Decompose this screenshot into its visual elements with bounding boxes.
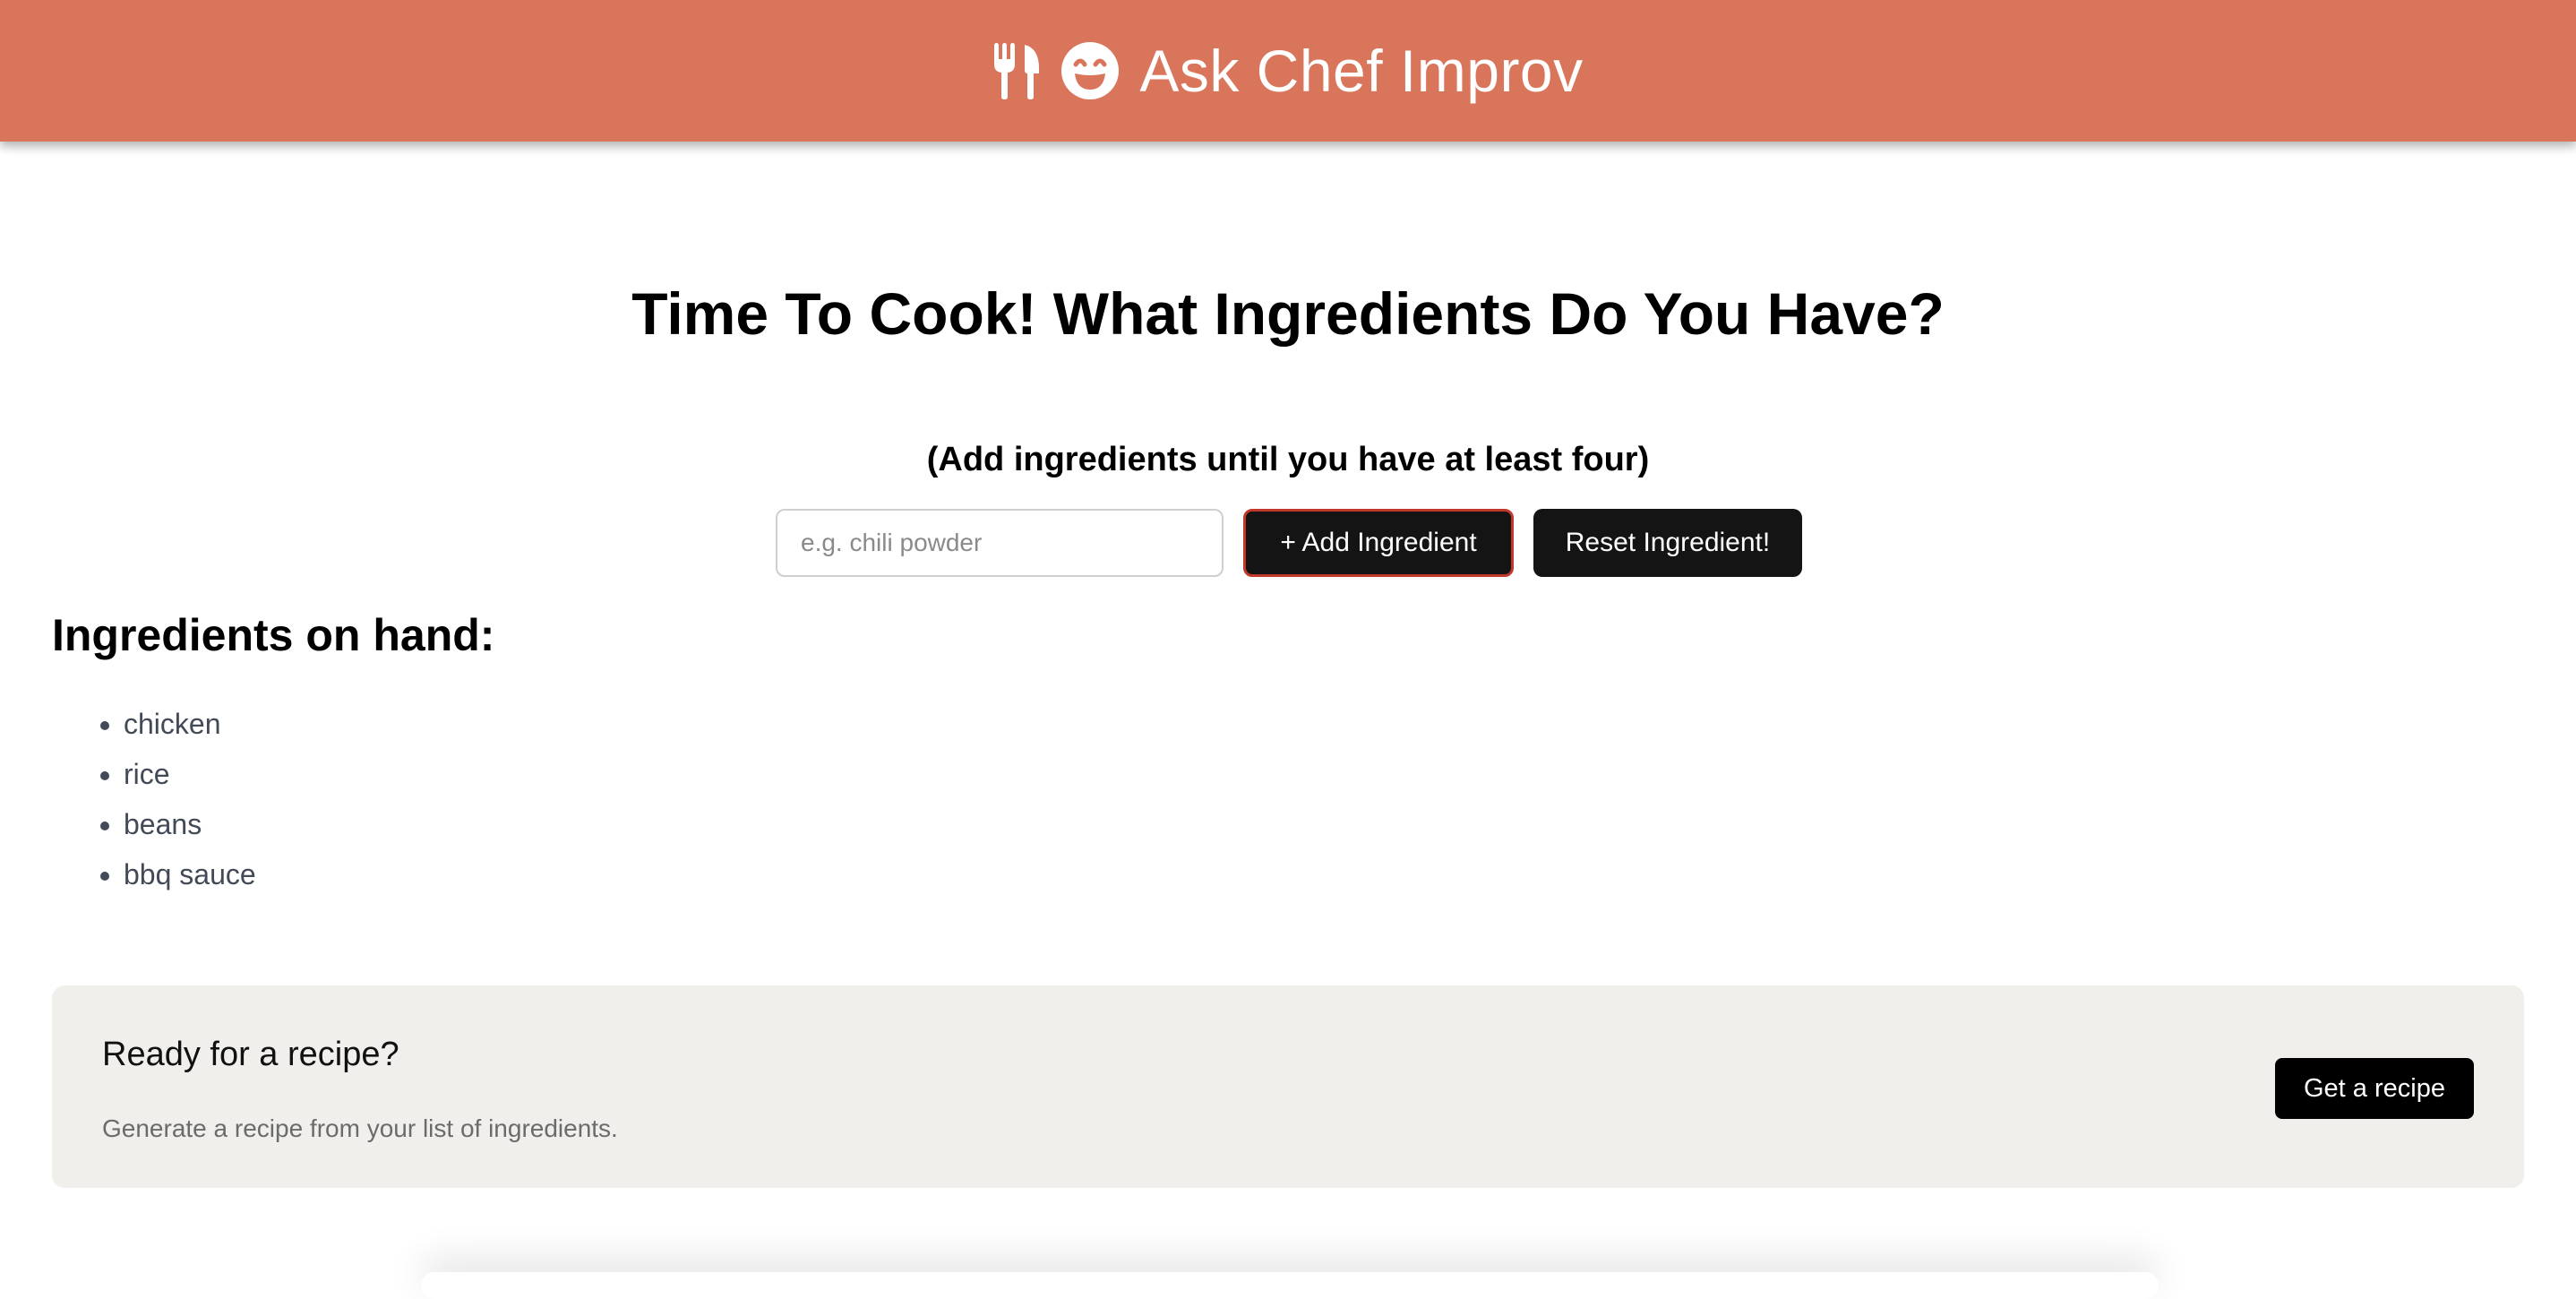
ingredient-input[interactable] <box>776 509 1224 577</box>
app-title: Ask Chef Improv <box>1139 38 1584 104</box>
reset-ingredient-button[interactable]: Reset Ingredient! <box>1533 509 1802 577</box>
list-item: beans <box>124 799 256 849</box>
app-header: Ask Chef Improv <box>0 0 2576 142</box>
header-brand: Ask Chef Improv <box>992 37 1583 105</box>
add-ingredient-button[interactable]: + Add Ingredient <box>1243 509 1514 577</box>
list-item: bbq sauce <box>124 849 256 899</box>
recipe-card: Ready for a recipe? Generate a recipe fr… <box>52 985 2524 1188</box>
ingredients-heading: Ingredients on hand: <box>52 610 495 660</box>
utensils-icon <box>994 43 1040 99</box>
get-recipe-button[interactable]: Get a recipe <box>2275 1058 2474 1119</box>
page-title: Time To Cook! What Ingredients Do You Ha… <box>631 280 1945 347</box>
list-item: rice <box>124 749 256 799</box>
page-subtitle: (Add ingredients until you have at least… <box>926 441 1650 478</box>
ingredient-list: chicken rice beans bbq sauce <box>79 699 256 899</box>
smile-icon <box>1061 42 1120 99</box>
ingredient-form: + Add Ingredient Reset Ingredient! <box>776 509 1802 577</box>
recipe-panel-edge <box>421 1272 2159 1299</box>
list-item: chicken <box>124 699 256 749</box>
recipe-card-description: Generate a recipe from your list of ingr… <box>102 1114 618 1142</box>
header-icons <box>992 41 1120 100</box>
recipe-card-heading: Ready for a recipe? <box>102 1036 399 1073</box>
